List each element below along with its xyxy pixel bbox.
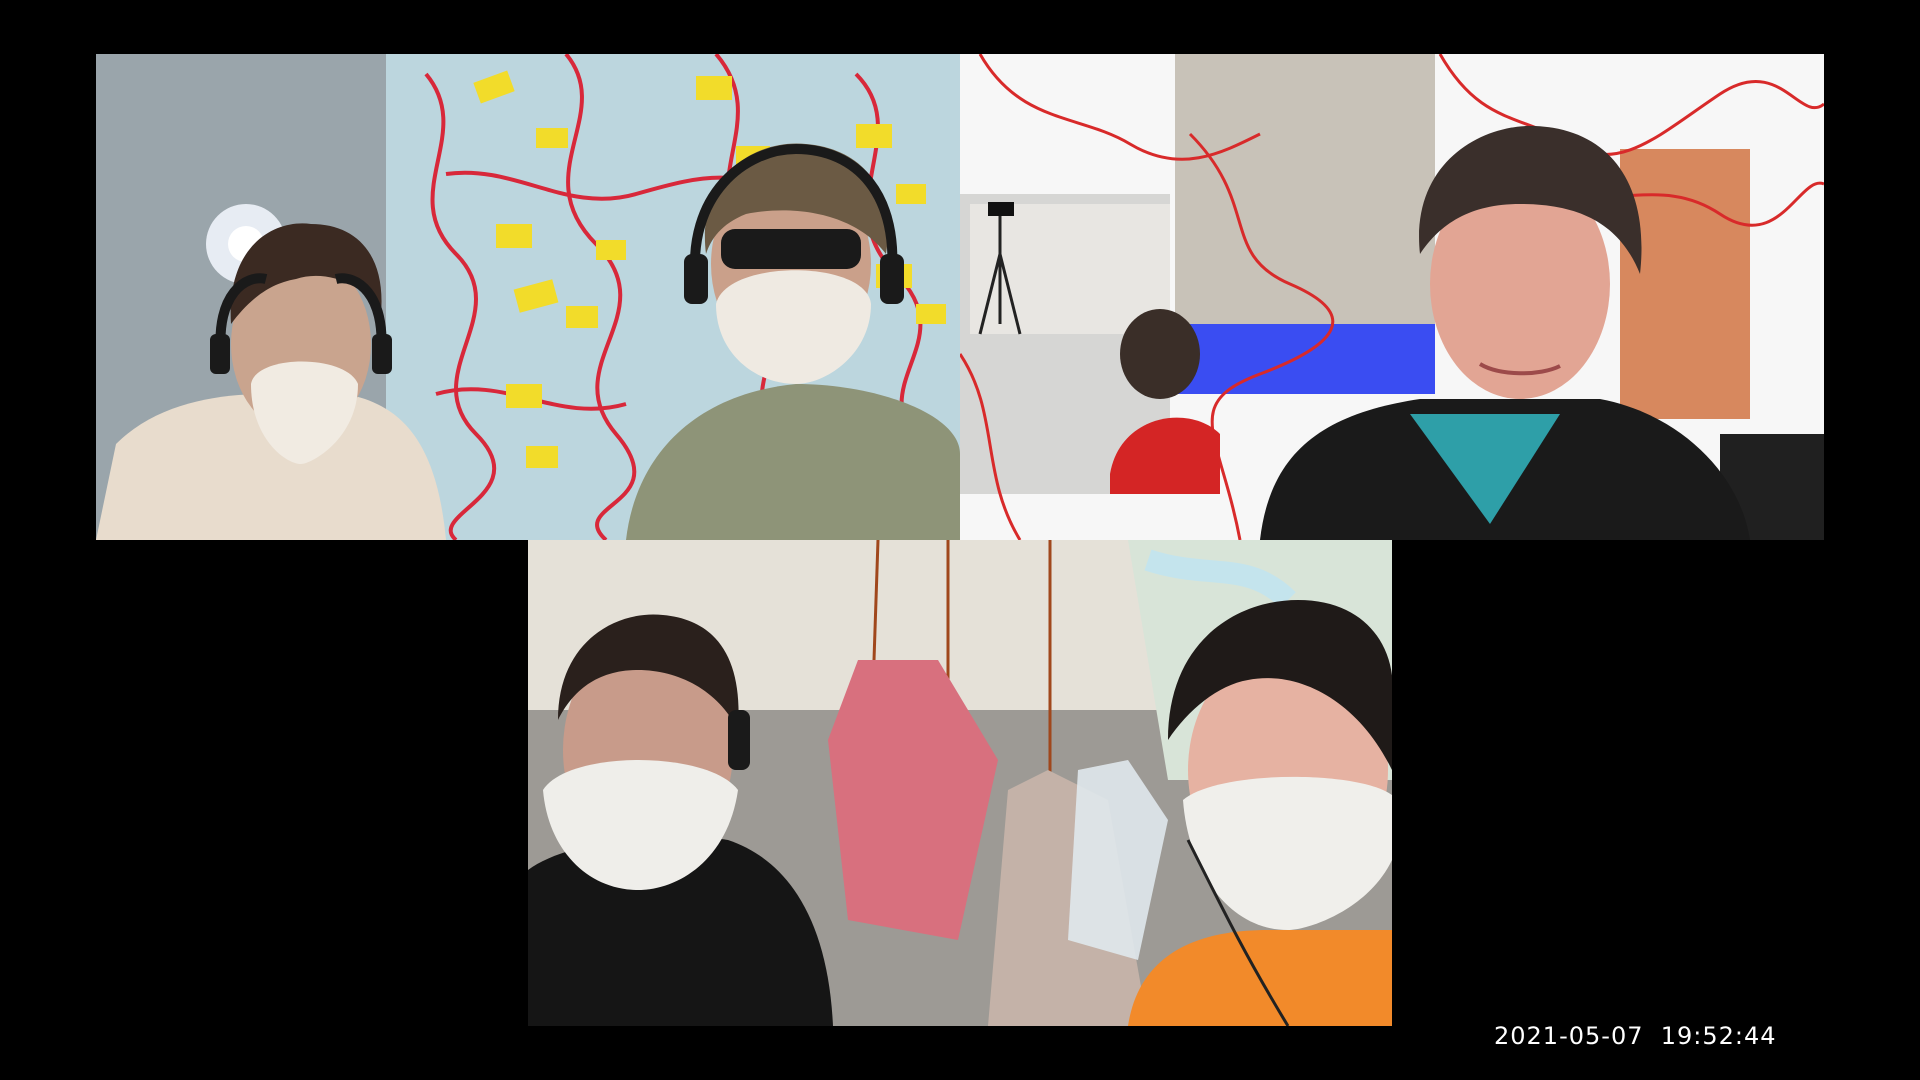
recording-timestamp: 2021-05-07 19:52:44 <box>1494 1022 1777 1050</box>
headphones-icon <box>728 710 750 770</box>
video-tile-top-right[interactable] <box>960 54 1824 540</box>
video-feed-single-participant <box>960 54 1824 540</box>
video-tile-top-left[interactable] <box>96 54 960 540</box>
blue-stripe <box>1175 324 1435 394</box>
video-feed-two-masked-participants <box>528 540 1392 1026</box>
video-tile-bottom-center[interactable] <box>528 540 1392 1026</box>
glasses-icon <box>721 229 861 269</box>
video-feed-two-masked-participants <box>96 54 960 540</box>
